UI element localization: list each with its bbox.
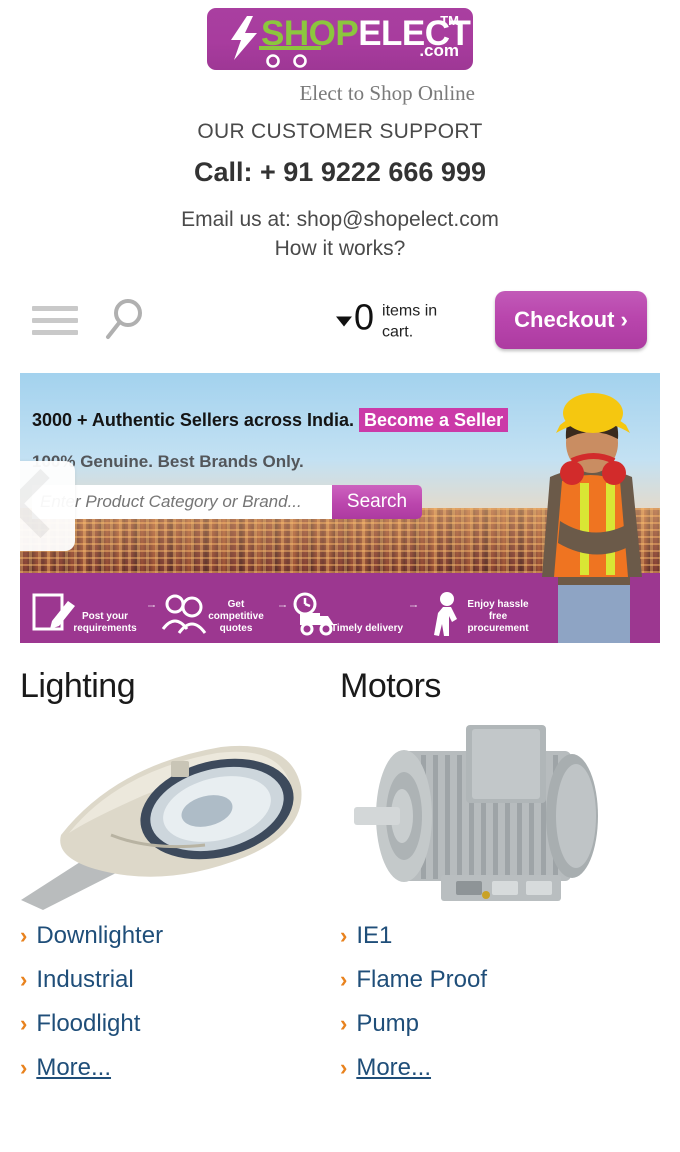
hamburger-bar bbox=[32, 317, 78, 323]
category-section: Lighting › Downlighter › Industrial › Fl… bbox=[0, 667, 680, 1098]
chevron-right-icon: › bbox=[340, 1055, 348, 1080]
become-a-seller-link[interactable]: Become a Seller bbox=[359, 408, 509, 432]
list-item[interactable]: › Downlighter bbox=[20, 922, 322, 950]
arrow-right-icon bbox=[279, 604, 286, 608]
search-icon[interactable] bbox=[104, 297, 148, 343]
support-title: OUR CUSTOMER SUPPORT bbox=[197, 120, 483, 143]
chevron-right-icon: › bbox=[340, 923, 348, 948]
category-lighting: Lighting › Downlighter › Industrial › Fl… bbox=[20, 667, 340, 1098]
process-step-label: Post your requirements bbox=[73, 611, 137, 634]
category-image[interactable] bbox=[20, 712, 322, 912]
support-email: Email us at: shop@shopelect.com bbox=[181, 208, 499, 231]
list-item[interactable]: › Floodlight bbox=[20, 1010, 322, 1038]
promo-banner: 3000 + Authentic Sellers across India. B… bbox=[20, 373, 660, 643]
search-button[interactable]: Search bbox=[332, 485, 422, 519]
hamburger-bar bbox=[32, 329, 78, 335]
banner-headline: 3000 + Authentic Sellers across India. B… bbox=[32, 405, 510, 435]
main-navigation-bar: 0 items in cart. Checkout › bbox=[0, 281, 680, 359]
customer-support-block: OUR CUSTOMER SUPPORT Call: + 91 9222 666… bbox=[0, 120, 680, 261]
process-step: Timely delivery bbox=[292, 591, 404, 637]
category-more-link[interactable]: More... bbox=[356, 1054, 431, 1082]
lightning-bolt-icon bbox=[231, 16, 257, 60]
process-step-label: Timely delivery bbox=[330, 623, 404, 634]
how-it-works-link[interactable]: How it works? bbox=[0, 237, 680, 261]
site-header: SHOPELECT TM .com Elect to Shop Online bbox=[0, 0, 680, 106]
trademark-symbol: TM bbox=[440, 13, 459, 28]
caret-down-icon bbox=[336, 316, 352, 327]
category-more-link[interactable]: More... bbox=[36, 1054, 111, 1082]
electric-motor-product-photo bbox=[354, 724, 598, 901]
process-step: Post your requirements bbox=[30, 591, 142, 637]
hamburger-bar bbox=[32, 305, 78, 311]
chevron-right-icon: › bbox=[340, 967, 348, 992]
carousel-prev-arrow-icon[interactable] bbox=[20, 461, 75, 551]
category-motors: Motors › IE1 › Flame Proof › Pump › More… bbox=[340, 667, 660, 1098]
category-link[interactable]: Flame Proof bbox=[356, 966, 487, 994]
category-link[interactable]: IE1 bbox=[356, 922, 392, 950]
category-links: › IE1 › Flame Proof › Pump › More... bbox=[340, 922, 642, 1082]
process-steps: Post your requirements Get competitive q… bbox=[30, 591, 535, 637]
list-item[interactable]: › Flame Proof bbox=[340, 966, 642, 994]
shopping-cart-icon bbox=[259, 46, 321, 68]
banner-search-row: Search bbox=[32, 485, 422, 519]
category-link[interactable]: Downlighter bbox=[36, 922, 163, 950]
cart-label: items in cart. bbox=[382, 302, 438, 341]
banner-headline-text: 3000 + Authentic Sellers across India. bbox=[32, 410, 354, 430]
category-link[interactable]: Floodlight bbox=[36, 1010, 140, 1038]
list-item[interactable]: › IE1 bbox=[340, 922, 642, 950]
site-tagline: Elect to Shop Online bbox=[299, 81, 475, 105]
support-phone: Call: + 91 9222 666 999 bbox=[194, 157, 486, 187]
arrow-right-icon bbox=[410, 604, 417, 608]
construction-worker-photo bbox=[542, 393, 642, 643]
category-link[interactable]: Pump bbox=[356, 1010, 419, 1038]
cart-summary[interactable]: 0 items in cart. bbox=[336, 296, 448, 343]
chevron-right-icon: › bbox=[20, 1011, 28, 1036]
process-step: Get competitive quotes bbox=[161, 591, 273, 637]
checkout-button[interactable]: Checkout › bbox=[495, 291, 647, 349]
chevron-right-icon: › bbox=[20, 967, 28, 992]
chevron-right-icon: › bbox=[20, 1055, 28, 1080]
category-links: › Downlighter › Industrial › Floodlight … bbox=[20, 922, 322, 1082]
hamburger-menu-icon[interactable] bbox=[32, 305, 78, 335]
process-step-label: Enjoy hassle free procurement bbox=[467, 599, 529, 634]
chevron-right-icon: › bbox=[340, 1011, 348, 1036]
list-item[interactable]: › More... bbox=[340, 1054, 642, 1082]
category-title: Lighting bbox=[20, 667, 136, 705]
category-image[interactable] bbox=[340, 712, 642, 912]
logo-dotcom-text: .com bbox=[419, 41, 459, 60]
category-link[interactable]: Industrial bbox=[36, 966, 133, 994]
process-step-label: Get competitive quotes bbox=[208, 599, 264, 634]
process-step: Enjoy hassle free procurement bbox=[423, 591, 535, 637]
chevron-right-icon: › bbox=[20, 923, 28, 948]
product-search-input[interactable] bbox=[32, 485, 332, 519]
arrow-right-icon bbox=[148, 604, 155, 608]
site-logo[interactable]: SHOPELECT TM .com bbox=[207, 8, 473, 70]
cart-item-count: 0 bbox=[354, 296, 375, 338]
list-item[interactable]: › Industrial bbox=[20, 966, 322, 994]
street-light-product-photo bbox=[21, 745, 302, 910]
list-item[interactable]: › Pump bbox=[340, 1010, 642, 1038]
list-item[interactable]: › More... bbox=[20, 1054, 322, 1082]
category-title: Motors bbox=[340, 667, 441, 705]
